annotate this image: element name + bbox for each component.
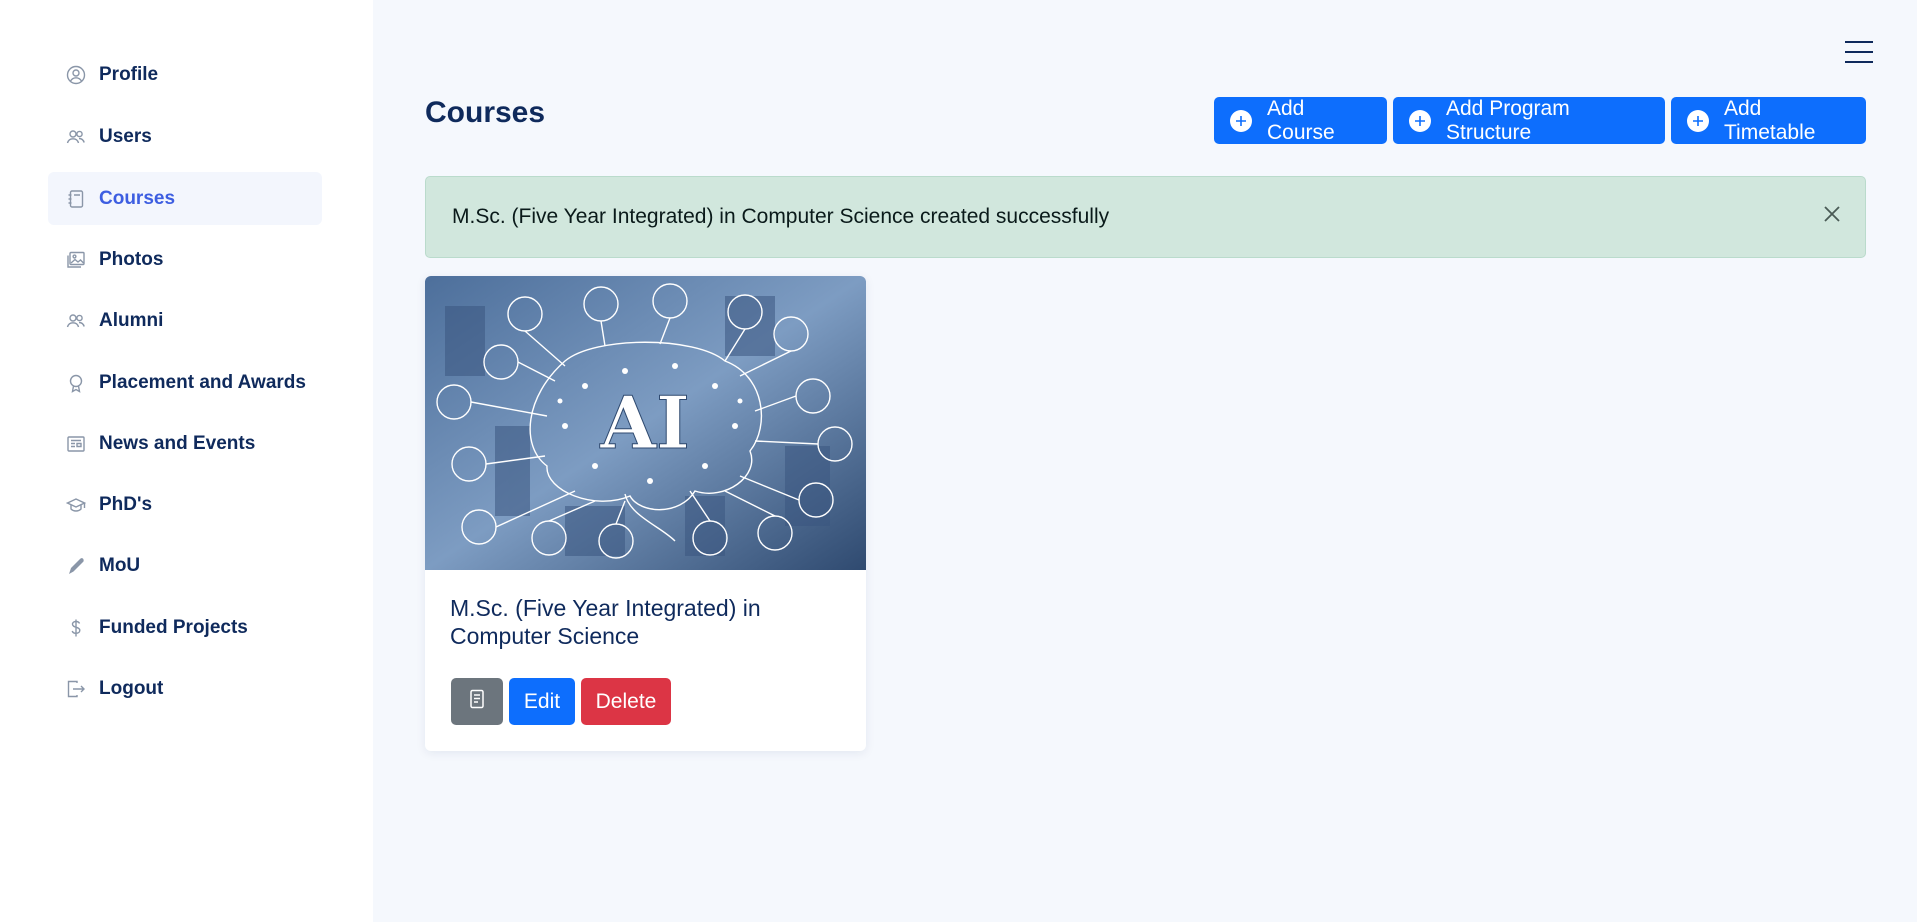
sidebar-item-label: Photos [99, 248, 164, 270]
user-circle-icon [65, 64, 87, 86]
sidebar-item-phds[interactable]: PhD's [48, 478, 322, 531]
newspaper-icon [65, 433, 87, 455]
sidebar-item-label: Profile [99, 63, 159, 85]
sidebar-item-news-and-events[interactable]: News and Events [48, 417, 322, 470]
sidebar-item-label: Courses [99, 187, 176, 209]
logout-icon [65, 678, 87, 700]
sidebar-item-profile[interactable]: Profile [48, 48, 322, 101]
sidebar-item-label: Placement and Awards [99, 371, 306, 393]
success-alert: M.Sc. (Five Year Integrated) in Computer… [425, 176, 1866, 258]
sidebar: Profile Users Courses Photos Alumni Plac… [0, 0, 373, 922]
sidebar-item-label: Users [99, 125, 152, 147]
add-course-button[interactable]: Add Course [1214, 97, 1387, 144]
delete-button[interactable]: Delete [581, 678, 671, 725]
course-image: AI [425, 276, 866, 570]
dollar-icon [65, 617, 87, 639]
alumni-icon [65, 310, 87, 332]
photos-icon [65, 249, 87, 271]
page-title: Courses [425, 96, 546, 129]
add-program-structure-button[interactable]: Add Program Structure [1393, 97, 1665, 144]
plus-circle-icon [1230, 109, 1252, 132]
users-icon [65, 126, 87, 148]
sidebar-item-label: MoU [99, 554, 141, 576]
sidebar-item-courses[interactable]: Courses [48, 172, 322, 225]
sidebar-item-funded-projects[interactable]: Funded Projects [48, 601, 322, 654]
course-title: M.Sc. (Five Year Integrated) in Computer… [450, 595, 761, 649]
alert-message: M.Sc. (Five Year Integrated) in Computer… [452, 205, 1110, 228]
sidebar-item-placement-and-awards[interactable]: Placement and Awards [48, 356, 322, 409]
sidebar-item-mou[interactable]: MoU [48, 539, 322, 592]
graduation-cap-icon [65, 494, 87, 516]
pen-icon [65, 555, 87, 577]
view-document-button[interactable] [451, 678, 503, 725]
award-icon [65, 372, 87, 394]
plus-circle-icon [1687, 109, 1709, 132]
sidebar-item-label: Alumni [99, 309, 164, 331]
add-timetable-label: Add Timetable [1724, 96, 1816, 144]
sidebar-item-photos[interactable]: Photos [48, 233, 322, 286]
close-icon[interactable] [1819, 201, 1845, 227]
document-icon [468, 689, 486, 715]
ai-logo-text: AI [599, 380, 690, 465]
edit-button[interactable]: Edit [509, 678, 575, 725]
sidebar-item-label: Logout [99, 677, 164, 699]
add-course-label: Add Course [1267, 96, 1335, 144]
sidebar-item-label: News and Events [99, 432, 256, 454]
sidebar-item-users[interactable]: Users [48, 110, 322, 163]
add-program-structure-label: Add Program Structure [1446, 96, 1570, 144]
plus-circle-icon [1409, 109, 1431, 132]
hamburger-menu-icon[interactable] [1845, 39, 1875, 65]
sidebar-item-alumni[interactable]: Alumni [48, 294, 322, 347]
sidebar-item-label: PhD's [99, 493, 153, 515]
sidebar-item-label: Funded Projects [99, 616, 248, 638]
course-card: AI M.Sc. (Five Year Integrated) in Compu… [425, 276, 866, 751]
sidebar-item-logout[interactable]: Logout [48, 662, 322, 715]
add-timetable-button[interactable]: Add Timetable [1671, 97, 1866, 144]
notebook-icon [65, 188, 87, 210]
